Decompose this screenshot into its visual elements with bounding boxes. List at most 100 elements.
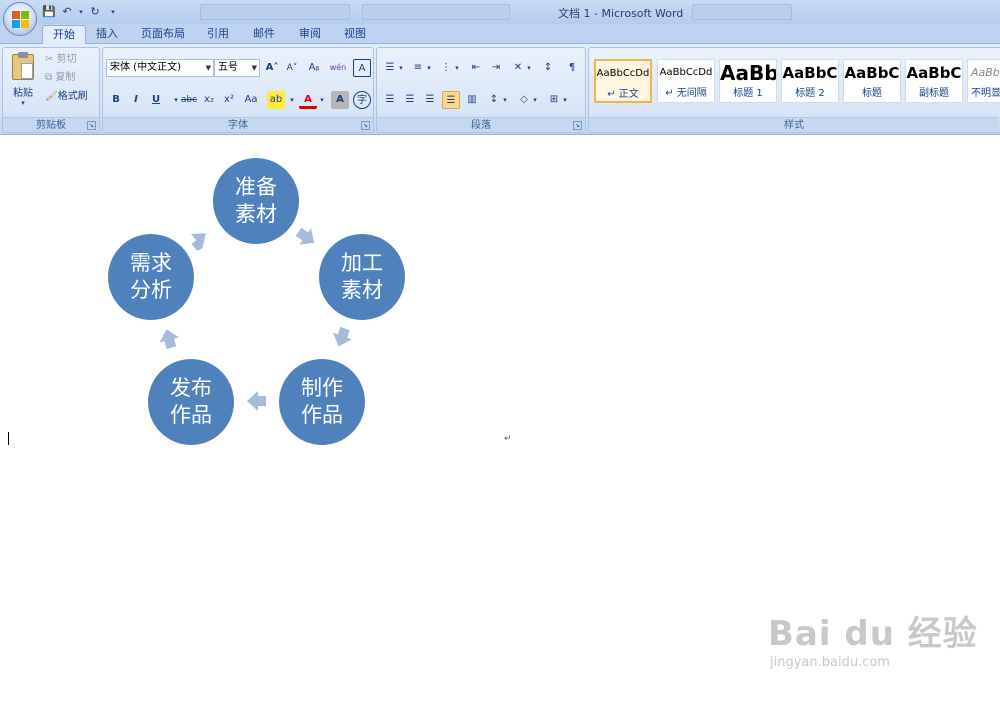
tab-home[interactable]: 开始 — [42, 25, 86, 44]
blurred-browser-tab — [692, 4, 792, 20]
underline-button[interactable]: U — [147, 91, 165, 109]
tab-view[interactable]: 视图 — [334, 25, 376, 44]
document-page[interactable]: 准备 素材 加工 素材 制作 作品 发布 作品 需求 分析 ↵ Bai du 经验 jin… — [0, 136, 1000, 716]
cycle-node[interactable]: 需求 分析 — [108, 234, 194, 320]
decrease-indent-icon[interactable]: ⇤ — [467, 59, 485, 77]
style-name: ↵ 正文 — [607, 89, 639, 100]
show-marks-icon[interactable]: ¶ — [563, 59, 581, 77]
cut-label: 剪切 — [56, 54, 77, 65]
chevron-down-icon[interactable]: ▾ — [525, 59, 533, 77]
undo-icon[interactable]: ↶ — [60, 5, 74, 19]
bold-button[interactable]: B — [107, 91, 125, 109]
paragraph-launcher-icon[interactable]: ↘ — [573, 121, 582, 130]
baidu-watermark: Bai du 经验 jingyan.baidu.com — [768, 606, 978, 670]
style-no-spacing[interactable]: AaBbCcDd ↵ 无间隔 — [657, 59, 715, 103]
cycle-arrow-icon — [159, 329, 179, 349]
customize-qat-icon[interactable]: ▾ — [106, 5, 120, 19]
justify-icon[interactable]: ☰ — [442, 91, 460, 109]
style-name: 不明显 — [971, 88, 1000, 99]
office-button[interactable] — [3, 2, 37, 36]
chevron-down-icon[interactable]: ▾ — [561, 91, 569, 109]
chevron-down-icon: ▼ — [205, 64, 211, 72]
highlight-button[interactable]: ab — [267, 91, 285, 109]
style-sample: AaBbC — [971, 66, 1000, 79]
tab-review[interactable]: 审阅 — [289, 25, 331, 44]
clipboard-launcher-icon[interactable]: ↘ — [87, 121, 96, 130]
paste-button[interactable]: 粘贴 ▾ — [7, 52, 39, 114]
style-name: 标题 1 — [733, 88, 763, 99]
chevron-down-icon[interactable]: ▾ — [397, 59, 405, 77]
cycle-node[interactable]: 准备 素材 — [213, 158, 299, 244]
scissors-icon: ✂ — [45, 54, 54, 65]
window-title: 文档 1 - Microsoft Word — [558, 7, 684, 20]
chevron-down-icon[interactable]: ▾ — [318, 91, 326, 109]
shrink-font-button[interactable]: A˅ — [283, 59, 301, 77]
ribbon: 粘贴 ▾ ✂ 剪切 ⧉ 复制 🖌格式刷 剪贴板 ↘ 宋体 (中文正文) ▼ 五号 ▼… — [0, 44, 1000, 135]
cycle-node[interactable]: 制作 作品 — [279, 359, 365, 445]
change-case-button[interactable]: Aa — [240, 91, 262, 109]
superscript-button[interactable]: x² — [220, 91, 238, 109]
subscript-button[interactable]: x₂ — [200, 91, 218, 109]
redo-icon[interactable]: ↻ — [88, 5, 102, 19]
align-right-icon[interactable]: ☰ — [421, 91, 439, 109]
enclose-char-button[interactable]: 字 — [353, 91, 371, 109]
node-label-line1: 加工 — [341, 251, 383, 275]
chevron-down-icon[interactable]: ▾ — [531, 91, 539, 109]
style-subtle[interactable]: AaBbC 不明显 — [967, 59, 1000, 103]
styles-group-label: 样式 — [589, 117, 999, 132]
font-color-button[interactable]: A — [299, 91, 317, 109]
font-group: 宋体 (中文正文) ▼ 五号 ▼ A˄ A˅ Aᵦ wén A B I U ▾ ab… — [102, 47, 374, 133]
styles-group: AaBbCcDd ↵ 正文 AaBbCcDd ↵ 无间隔 AaBb 标题 1 A… — [588, 47, 1000, 133]
italic-button[interactable]: I — [127, 91, 145, 109]
style-sample: AaBbC — [782, 64, 838, 82]
phonetic-guide-button[interactable]: wén — [327, 59, 349, 77]
chevron-down-icon: ▾ — [21, 99, 25, 107]
save-icon[interactable]: 💾 — [42, 5, 56, 19]
chevron-down-icon[interactable]: ▾ — [501, 91, 509, 109]
char-shading-button[interactable]: A — [331, 91, 349, 109]
cut-button[interactable]: ✂ 剪切 — [45, 51, 95, 69]
chevron-down-icon[interactable]: ▾ — [425, 59, 433, 77]
font-size-select[interactable]: 五号 ▼ — [214, 59, 260, 77]
align-center-icon[interactable]: ☰ — [401, 91, 419, 109]
align-left-icon[interactable]: ☰ — [381, 91, 399, 109]
style-heading-1[interactable]: AaBb 标题 1 — [719, 59, 777, 103]
tab-references[interactable]: 引用 — [197, 25, 239, 44]
style-title[interactable]: AaBbC 标题 — [843, 59, 901, 103]
paragraph-group-label: 段落 — [377, 117, 585, 132]
format-painter-button[interactable]: 🖌格式刷 — [45, 88, 99, 106]
quick-access-toolbar: 💾 ↶ ▾ ↻ ▾ — [42, 3, 120, 20]
cycle-node[interactable]: 发布 作品 — [148, 359, 234, 445]
tab-page-layout[interactable]: 页面布局 — [131, 25, 195, 44]
cycle-node[interactable]: 加工 素材 — [319, 234, 405, 320]
style-sample: AaBbCcDd — [596, 68, 650, 79]
cycle-arrow-icon — [190, 233, 206, 250]
style-normal[interactable]: AaBbCcDd ↵ 正文 — [594, 59, 652, 103]
font-name-select[interactable]: 宋体 (中文正文) ▼ — [106, 59, 214, 77]
node-label-line1: 发布 — [170, 376, 212, 400]
paste-icon — [12, 52, 34, 80]
tab-insert[interactable]: 插入 — [86, 25, 128, 44]
sort-icon[interactable]: ↕ — [539, 59, 557, 77]
style-heading-2[interactable]: AaBbC 标题 2 — [781, 59, 839, 103]
grow-font-button[interactable]: A˄ — [263, 59, 281, 77]
increase-indent-icon[interactable]: ⇥ — [487, 59, 505, 77]
strikethrough-button[interactable]: abc — [179, 91, 199, 109]
clear-formatting-button[interactable]: Aᵦ — [305, 59, 323, 77]
node-label-line1: 需求 — [130, 251, 172, 275]
cycle-arrow-icon — [332, 326, 352, 347]
font-launcher-icon[interactable]: ↘ — [361, 121, 370, 130]
watermark-logo: Bai du 经验 — [768, 614, 978, 654]
text-cursor — [8, 432, 9, 445]
copy-button[interactable]: ⧉ 复制 — [45, 69, 95, 87]
undo-dropdown-icon[interactable]: ▾ — [78, 5, 84, 19]
cycle-arrow-icon — [247, 391, 266, 411]
style-subtitle[interactable]: AaBbC 副标题 — [905, 59, 963, 103]
chevron-down-icon[interactable]: ▾ — [453, 59, 461, 77]
char-border-button[interactable]: A — [353, 59, 371, 77]
tab-mailings[interactable]: 邮件 — [243, 25, 285, 44]
style-name: 副标题 — [919, 88, 949, 99]
distributed-icon[interactable]: ▥ — [463, 91, 481, 109]
chevron-down-icon[interactable]: ▾ — [288, 91, 296, 109]
node-label-line1: 准备 — [235, 175, 277, 199]
